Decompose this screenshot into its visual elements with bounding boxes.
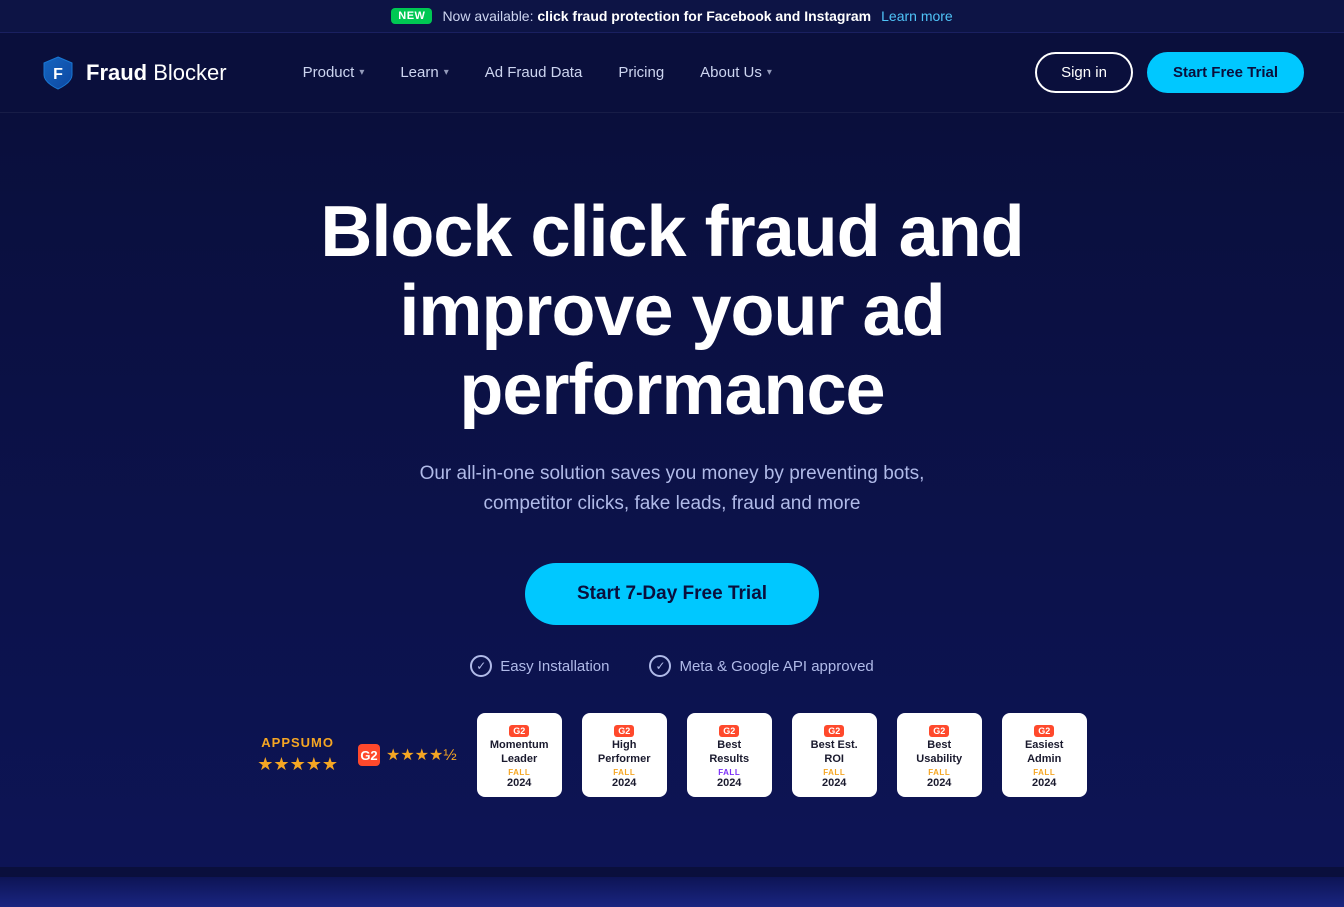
- logo-text: Fraud Blocker: [86, 60, 227, 86]
- navbar: F Fraud Blocker Product ▾ Learn ▾ Ad Fra…: [0, 33, 1344, 113]
- hero-section: Block click fraud and improve your ad pe…: [0, 113, 1344, 867]
- badge-momentum-leader: G2 Momentum Leader FALL 2024: [477, 713, 562, 796]
- appsumo-stars: ★★★★★: [257, 754, 338, 775]
- check-circle-icon: ✓: [649, 655, 671, 677]
- badge-easiest-admin: G2 Easiest Admin FALL 2024: [1002, 713, 1087, 796]
- logo[interactable]: F Fraud Blocker: [40, 55, 227, 91]
- hero-subtext: Our all-in-one solution saves you money …: [392, 459, 952, 520]
- nav-links: Product ▾ Learn ▾ Ad Fraud Data Pricing …: [287, 54, 1035, 91]
- signin-button[interactable]: Sign in: [1035, 52, 1133, 93]
- bottom-gradient-bar: [0, 877, 1344, 907]
- check-circle-icon: ✓: [470, 655, 492, 677]
- badge-best-results: G2 Best Results FALL 2024: [687, 713, 772, 796]
- badge-best-usability: G2 Best Usability FALL 2024: [897, 713, 982, 796]
- announcement-bar: NEW Now available: click fraud protectio…: [0, 0, 1344, 33]
- hero-cta-button[interactable]: Start 7-Day Free Trial: [525, 563, 819, 625]
- trust-item-api: ✓ Meta & Google API approved: [649, 655, 873, 677]
- learn-more-link[interactable]: Learn more: [881, 8, 953, 24]
- badge-title: Best Usability: [907, 739, 972, 765]
- appsumo-label: APPSUMO: [261, 735, 334, 750]
- nav-item-product[interactable]: Product ▾: [287, 54, 381, 91]
- svg-text:F: F: [53, 66, 63, 83]
- new-badge: NEW: [391, 8, 432, 24]
- nav-item-ad-fraud[interactable]: Ad Fraud Data: [469, 54, 599, 91]
- announcement-highlight: click fraud protection for Facebook and …: [537, 8, 871, 24]
- start-trial-button[interactable]: Start Free Trial: [1147, 52, 1304, 93]
- g2-rating-block: G2 ★★★★½: [358, 744, 457, 766]
- badges-section: APPSUMO ★★★★★ G2 ★★★★½ G2 Momentum Leade…: [40, 713, 1304, 816]
- badge-title: Best Results: [697, 739, 762, 765]
- trust-indicators: ✓ Easy Installation ✓ Meta & Google API …: [40, 655, 1304, 677]
- nav-item-learn[interactable]: Learn ▾: [384, 54, 464, 91]
- badge-title: Momentum Leader: [487, 739, 552, 765]
- badge-title: Best Est. ROI: [802, 739, 867, 765]
- g2-stars: ★★★★½: [386, 745, 457, 765]
- appsumo-badge: APPSUMO ★★★★★: [257, 735, 338, 775]
- hero-heading: Block click fraud and improve your ad pe…: [222, 193, 1122, 431]
- g2-logo: G2: [358, 744, 380, 766]
- nav-item-about[interactable]: About Us ▾: [684, 54, 788, 91]
- badge-best-roi: G2 Best Est. ROI FALL 2024: [792, 713, 877, 796]
- badge-title: High Performer: [592, 739, 657, 765]
- badge-title: Easiest Admin: [1012, 739, 1077, 765]
- trust-item-installation: ✓ Easy Installation: [470, 655, 609, 677]
- chevron-down-icon: ▾: [444, 67, 449, 78]
- logo-icon: F: [40, 55, 76, 91]
- nav-item-pricing[interactable]: Pricing: [602, 54, 680, 91]
- chevron-down-icon: ▾: [767, 67, 772, 78]
- chevron-down-icon: ▾: [359, 67, 364, 78]
- nav-actions: Sign in Start Free Trial: [1035, 52, 1304, 93]
- announcement-text: Now available: click fraud protection fo…: [442, 8, 871, 24]
- badge-high-performer: G2 High Performer FALL 2024: [582, 713, 667, 796]
